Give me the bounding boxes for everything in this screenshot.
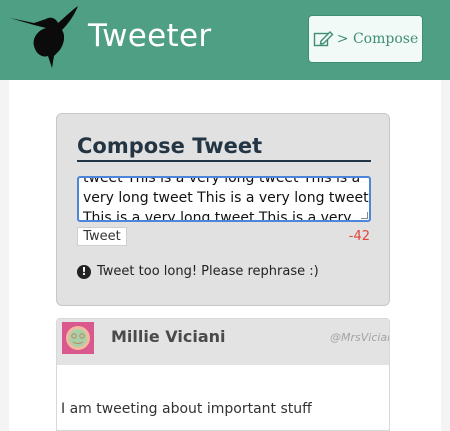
pencil-square-icon: [313, 31, 334, 47]
top-nav: Tweeter > Compose: [0, 0, 450, 80]
tweet-textarea[interactable]: tweet This is a very long tweet This is …: [77, 176, 371, 222]
character-counter: -42: [348, 229, 370, 244]
compose-title: Compose Tweet: [77, 134, 371, 162]
resize-handle-icon[interactable]: [361, 212, 368, 219]
avatar-icon[interactable]: [62, 322, 94, 354]
hummingbird-icon: [10, 6, 78, 68]
brand-title[interactable]: Tweeter: [88, 18, 211, 54]
compose-button-label: > Compose: [336, 31, 419, 47]
tweet-card: Millie Viciani @MrsViciani I am tweeting…: [56, 318, 390, 431]
tweet-header: Millie Viciani @MrsViciani: [57, 319, 389, 365]
error-message: ! Tweet too long! Please rephrase :): [77, 264, 319, 279]
tweet-author-name: Millie Viciani: [111, 327, 226, 346]
exclamation-circle-icon: !: [77, 264, 91, 279]
compose-button[interactable]: > Compose: [308, 15, 423, 63]
tweet-submit-button[interactable]: Tweet: [77, 227, 127, 246]
tweet-author-handle: @MrsViciani: [330, 331, 389, 344]
tweet-body: I am tweeting about important stuff: [61, 401, 312, 417]
error-text: Tweet too long! Please rephrase :): [97, 264, 319, 279]
tweet-textarea-value: tweet This is a very long tweet This is …: [83, 176, 369, 222]
compose-panel: Compose Tweet tweet This is a very long …: [56, 113, 390, 306]
